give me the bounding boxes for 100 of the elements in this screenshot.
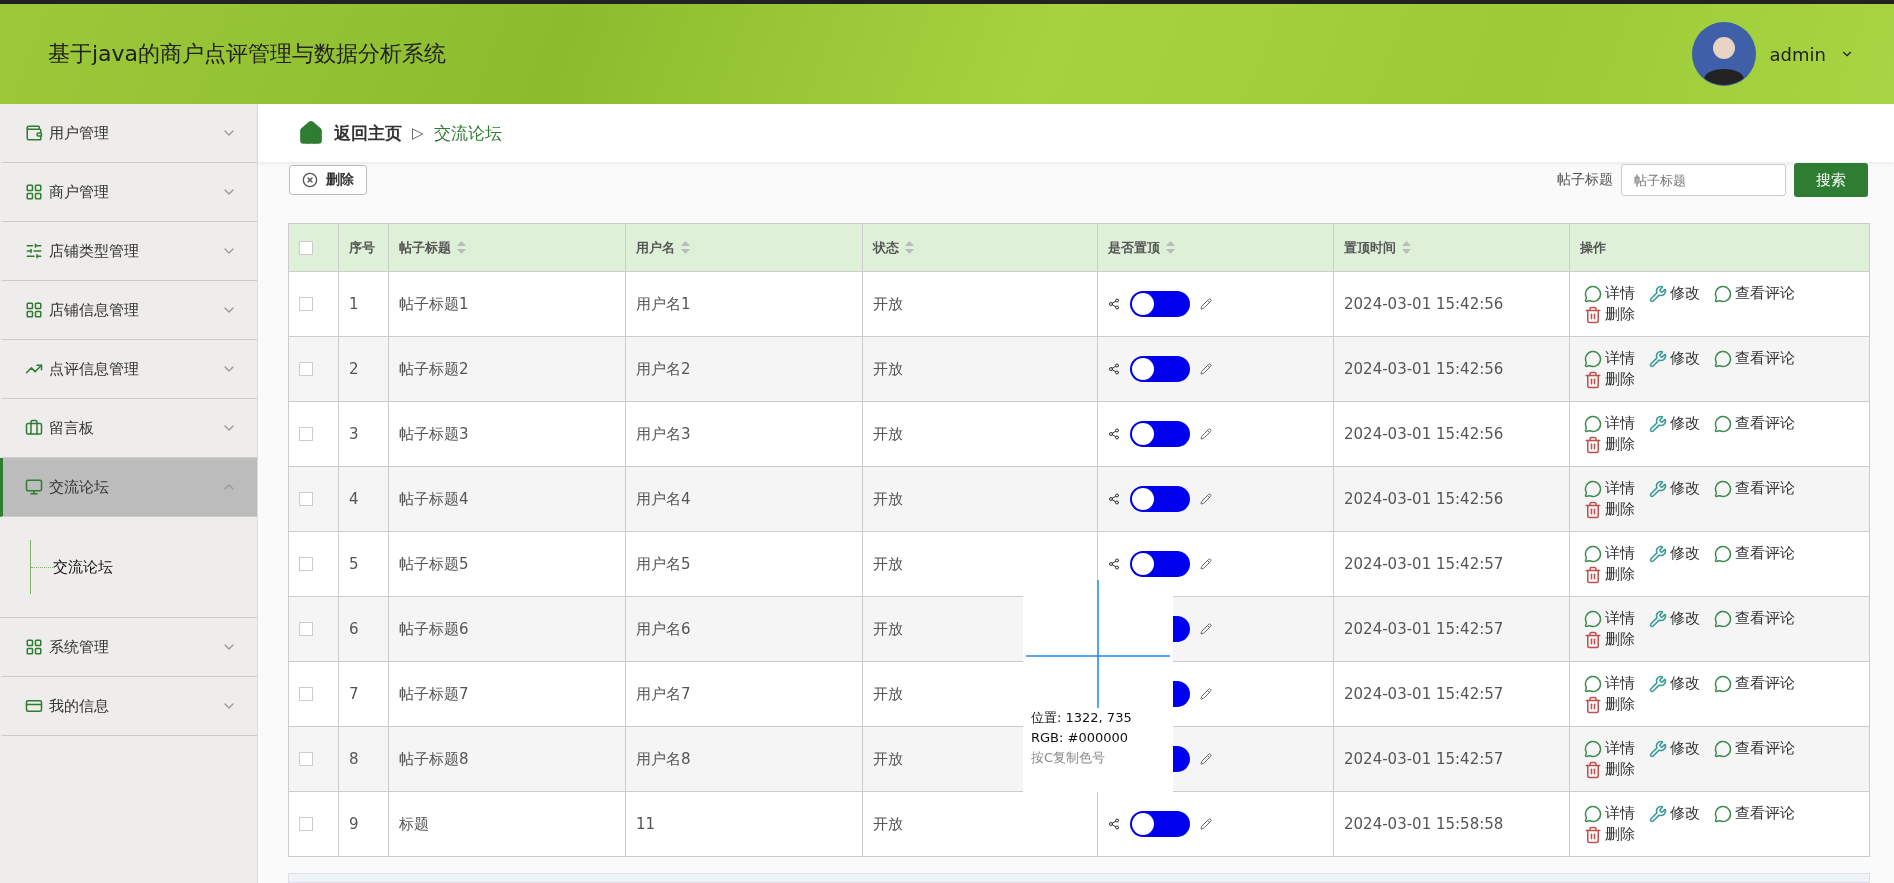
action-link[interactable]: 详情: [1584, 674, 1635, 693]
share-icon[interactable]: [1108, 428, 1120, 440]
pencil-icon[interactable]: [1200, 623, 1212, 635]
action-link[interactable]: 查看评论: [1714, 349, 1795, 368]
action-link[interactable]: 查看评论: [1714, 609, 1795, 628]
action-link[interactable]: 修改: [1649, 804, 1700, 823]
share-icon[interactable]: [1108, 298, 1120, 310]
share-icon[interactable]: [1108, 558, 1120, 570]
action-link[interactable]: 删除: [1584, 695, 1635, 714]
avatar[interactable]: [1691, 22, 1756, 86]
checkbox[interactable]: [299, 427, 313, 441]
home-icon[interactable]: [298, 120, 324, 146]
user-name[interactable]: admin: [1769, 43, 1826, 65]
pencil-icon[interactable]: [1200, 428, 1212, 440]
action-link[interactable]: 详情: [1584, 349, 1635, 368]
sidebar-label: 商户管理: [49, 182, 110, 202]
sidebar-label: 点评信息管理: [49, 359, 140, 379]
toggle-switch[interactable]: [1130, 356, 1190, 382]
action-link[interactable]: 删除: [1584, 760, 1635, 779]
action-link[interactable]: 查看评论: [1714, 284, 1795, 303]
column-header[interactable]: 用户名: [636, 238, 675, 257]
action-link[interactable]: 查看评论: [1714, 804, 1795, 823]
submenu-item[interactable]: 交流论坛: [53, 557, 113, 577]
action-link[interactable]: 查看评论: [1714, 479, 1795, 498]
action-link[interactable]: 修改: [1649, 349, 1700, 368]
action-link[interactable]: 修改: [1649, 739, 1700, 758]
search-field[interactable]: 帖子标题: [1621, 164, 1786, 196]
toggle-switch[interactable]: [1130, 291, 1190, 317]
action-link[interactable]: 修改: [1649, 284, 1700, 303]
table-cell: 2024-03-01 15:42:56: [1344, 360, 1504, 378]
pencil-icon[interactable]: [1200, 558, 1212, 570]
sidebar-item[interactable]: 店铺信息管理: [0, 281, 257, 340]
toggle-switch[interactable]: [1130, 421, 1190, 447]
checkbox[interactable]: [299, 362, 313, 376]
close-icon: [302, 172, 318, 188]
action-link[interactable]: 删除: [1584, 370, 1635, 389]
column-header[interactable]: 帖子标题: [399, 238, 451, 257]
action-link[interactable]: 修改: [1649, 414, 1700, 433]
action-link[interactable]: 详情: [1584, 479, 1635, 498]
action-link[interactable]: 修改: [1649, 609, 1700, 628]
pencil-icon[interactable]: [1200, 298, 1212, 310]
action-link[interactable]: 详情: [1584, 739, 1635, 758]
sidebar-item[interactable]: 系统管理: [0, 618, 257, 677]
checkbox[interactable]: [299, 817, 313, 831]
checkbox[interactable]: [299, 752, 313, 766]
action-link[interactable]: 修改: [1649, 674, 1700, 693]
action-link[interactable]: 删除: [1584, 565, 1635, 584]
table-cell: 6: [349, 620, 359, 638]
pencil-icon[interactable]: [1200, 363, 1212, 375]
column-header[interactable]: 是否置顶: [1108, 238, 1160, 257]
action-link[interactable]: 查看评论: [1714, 739, 1795, 758]
action-link[interactable]: 删除: [1584, 305, 1635, 324]
toggle-switch[interactable]: [1130, 811, 1190, 837]
table-cell: 用户名8: [636, 749, 691, 769]
action-link[interactable]: 查看评论: [1714, 544, 1795, 563]
action-link[interactable]: 详情: [1584, 804, 1635, 823]
action-link[interactable]: 详情: [1584, 544, 1635, 563]
wrench-icon: [1649, 349, 1667, 368]
sidebar-item[interactable]: 点评信息管理: [0, 340, 257, 399]
column-header[interactable]: 置顶时间: [1344, 238, 1396, 257]
breadcrumb-current[interactable]: 交流论坛: [433, 121, 502, 145]
checkbox[interactable]: [299, 557, 313, 571]
sidebar-item[interactable]: 用户管理: [0, 104, 257, 163]
action-link[interactable]: 修改: [1649, 544, 1700, 563]
action-link[interactable]: 详情: [1584, 414, 1635, 433]
app-title: 基于java的商户点评管理与数据分析系统: [48, 40, 447, 68]
pencil-icon[interactable]: [1200, 818, 1212, 830]
action-link[interactable]: 详情: [1584, 609, 1635, 628]
checkbox[interactable]: [299, 687, 313, 701]
checkbox[interactable]: [299, 297, 313, 311]
action-link[interactable]: 详情: [1584, 284, 1635, 303]
checkbox[interactable]: [299, 240, 313, 255]
checkbox[interactable]: [299, 492, 313, 506]
action-link[interactable]: 查看评论: [1714, 414, 1795, 433]
share-icon[interactable]: [1108, 818, 1120, 830]
sidebar-item[interactable]: 交流论坛: [0, 458, 257, 517]
pencil-icon[interactable]: [1200, 688, 1212, 700]
sidebar-item[interactable]: 商户管理: [0, 163, 257, 222]
action-link[interactable]: 修改: [1649, 479, 1700, 498]
trash-icon: [1584, 565, 1602, 584]
share-icon[interactable]: [1108, 493, 1120, 505]
checkbox[interactable]: [299, 622, 313, 636]
sidebar-item[interactable]: 我的信息: [0, 677, 257, 736]
toggle-switch[interactable]: [1130, 486, 1190, 512]
search-button[interactable]: 搜索: [1794, 163, 1868, 197]
action-link[interactable]: 删除: [1584, 825, 1635, 844]
action-link[interactable]: 删除: [1584, 500, 1635, 519]
column-header[interactable]: 状态: [873, 238, 899, 257]
delete-button[interactable]: 删除: [289, 165, 367, 195]
action-link[interactable]: 删除: [1584, 630, 1635, 649]
pencil-icon[interactable]: [1200, 493, 1212, 505]
sidebar-label: 交流论坛: [49, 477, 110, 497]
action-link[interactable]: 删除: [1584, 435, 1635, 454]
pencil-icon[interactable]: [1200, 753, 1212, 765]
toggle-switch[interactable]: [1130, 551, 1190, 577]
home-link[interactable]: 返回主页: [334, 121, 402, 145]
sidebar-item[interactable]: 店铺类型管理: [0, 222, 257, 281]
share-icon[interactable]: [1108, 363, 1120, 375]
wallet-icon: [25, 124, 43, 142]
action-link[interactable]: 查看评论: [1714, 674, 1795, 693]
